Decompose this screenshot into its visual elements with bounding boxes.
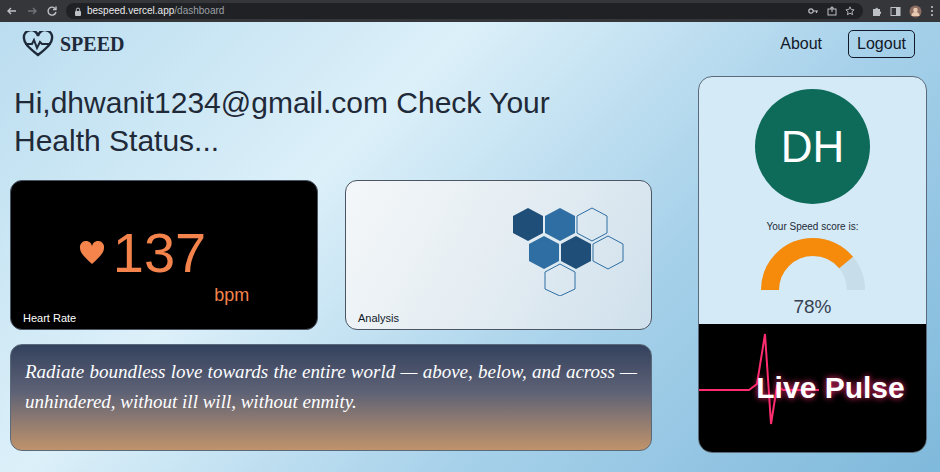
quote-text: Radiate boundless love towards the entir…	[25, 357, 637, 417]
score-gauge-fill	[770, 247, 856, 290]
profile-avatar-icon[interactable]	[909, 5, 922, 18]
url-path: /dashboard	[174, 5, 224, 16]
live-pulse-banner[interactable]: Live Pulse	[699, 324, 926, 452]
heart-icon	[79, 241, 105, 265]
url-host: bespeed.vercel.app	[87, 5, 174, 16]
sidebar-icon[interactable]	[890, 6, 901, 17]
star-icon[interactable]	[845, 6, 855, 16]
key-icon[interactable]	[808, 6, 819, 16]
logout-button[interactable]: Logout	[848, 30, 915, 58]
lock-icon[interactable]	[74, 7, 82, 16]
heart-rate-unit: bpm	[214, 285, 249, 305]
heart-pulse-icon	[22, 31, 54, 57]
brand-name: SPEED	[60, 32, 124, 56]
profile-panel: DH Your Speed score is: 78% Live Pulse	[698, 76, 927, 453]
navbar: SPEED About Logout	[0, 22, 940, 66]
heart-rate-value: 137	[113, 223, 206, 283]
forward-icon[interactable]	[26, 5, 38, 17]
reload-icon[interactable]	[46, 5, 58, 17]
card-label: Analysis	[346, 311, 651, 329]
score-gauge	[757, 238, 869, 296]
browser-toolbar: bespeed.vercel.app/dashboard	[0, 0, 940, 22]
extensions-icon[interactable]	[871, 6, 882, 17]
score-label: Your Speed score is:	[767, 220, 859, 234]
analysis-card[interactable]: Analysis	[345, 180, 652, 330]
address-bar[interactable]: bespeed.vercel.app/dashboard	[66, 3, 863, 19]
greeting-heading: Hi,dhwanit1234@gmail.com Check Your Heal…	[10, 84, 610, 160]
nav-link[interactable]: About	[780, 34, 822, 54]
avatar[interactable]: DH	[755, 89, 870, 204]
score-value: 78%	[793, 296, 831, 318]
avatar-initials: DH	[781, 122, 845, 172]
heart-rate-card[interactable]: 137 bpm Heart Rate	[10, 180, 318, 330]
live-pulse-label: Live Pulse	[756, 370, 904, 406]
medical-hexagons-icon	[483, 196, 633, 296]
card-label: Heart Rate	[11, 311, 317, 329]
back-icon[interactable]	[6, 5, 18, 17]
share-icon[interactable]	[827, 6, 837, 16]
brand-logo[interactable]: SPEED	[22, 31, 124, 57]
analysis-image	[346, 181, 651, 311]
quote-card: Radiate boundless love towards the entir…	[10, 344, 652, 451]
menu-icon[interactable]	[930, 5, 934, 17]
